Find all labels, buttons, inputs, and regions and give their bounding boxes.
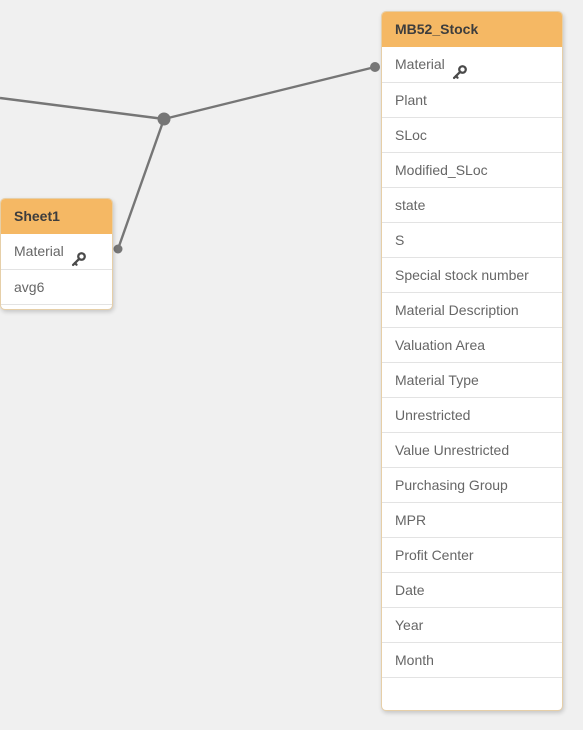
field-row[interactable]: Date <box>382 572 562 607</box>
data-model-canvas[interactable]: Sheet1 Material avg6 MB52_Stock Material <box>0 0 583 730</box>
field-label: Date <box>395 581 425 598</box>
field-label: avg6 <box>14 278 45 295</box>
link-sheet1[interactable] <box>116 118 166 250</box>
field-label: Year <box>395 616 424 633</box>
field-label: S <box>395 231 405 248</box>
field-row-empty[interactable] <box>1 304 112 309</box>
field-row-empty[interactable] <box>382 677 562 710</box>
field-label: Value Unrestricted <box>395 441 510 458</box>
key-icon <box>452 58 467 80</box>
field-label: Material <box>14 243 64 259</box>
field-row[interactable]: Material <box>382 47 562 82</box>
field-row[interactable]: S <box>382 222 562 257</box>
field-label: Unrestricted <box>395 406 471 423</box>
field-label: Material Description <box>395 301 519 318</box>
field-row[interactable]: Plant <box>382 82 562 117</box>
field-label: Material Type <box>395 371 479 388</box>
field-label: Valuation Area <box>395 336 486 353</box>
table-card-mb52-stock[interactable]: MB52_Stock Material Plant SLoc Modified_… <box>381 11 563 711</box>
field-row[interactable]: MPR <box>382 502 562 537</box>
field-row[interactable]: Year <box>382 607 562 642</box>
field-label: Modified_SLoc <box>395 161 488 178</box>
field-row[interactable]: Material <box>1 234 112 269</box>
link-mb52-stock[interactable] <box>163 65 376 121</box>
field-row[interactable]: Valuation Area <box>382 327 562 362</box>
key-icon <box>71 245 86 267</box>
field-label: SLoc <box>395 126 427 143</box>
field-row[interactable]: SLoc <box>382 117 562 152</box>
link-offscreen[interactable] <box>0 96 165 121</box>
field-label: Purchasing Group <box>395 476 508 493</box>
field-label: Plant <box>395 91 427 108</box>
field-row[interactable]: Unrestricted <box>382 397 562 432</box>
field-row[interactable]: Material Description <box>382 292 562 327</box>
field-row[interactable]: Profit Center <box>382 537 562 572</box>
field-row[interactable]: Material Type <box>382 362 562 397</box>
mb52-stock-connector-node[interactable] <box>370 62 380 72</box>
field-row[interactable]: Value Unrestricted <box>382 432 562 467</box>
field-row[interactable]: Special stock number <box>382 257 562 292</box>
field-label: Special stock number <box>395 266 529 283</box>
sheet1-connector-node[interactable] <box>113 244 123 254</box>
field-label: state <box>395 196 426 213</box>
field-label: MPR <box>395 511 427 528</box>
table-card-sheet1[interactable]: Sheet1 Material avg6 <box>0 198 113 310</box>
table-title-mb52-stock: MB52_Stock <box>382 12 562 47</box>
field-label: Material <box>395 56 445 72</box>
field-row[interactable]: Modified_SLoc <box>382 152 562 187</box>
table-title-sheet1: Sheet1 <box>1 199 112 234</box>
field-row[interactable]: state <box>382 187 562 222</box>
field-row[interactable]: Month <box>382 642 562 677</box>
field-row[interactable]: avg6 <box>1 269 112 304</box>
link-junction-node[interactable] <box>157 112 171 126</box>
field-label: Profit Center <box>395 546 474 563</box>
field-label: Month <box>395 651 434 668</box>
field-row[interactable]: Purchasing Group <box>382 467 562 502</box>
